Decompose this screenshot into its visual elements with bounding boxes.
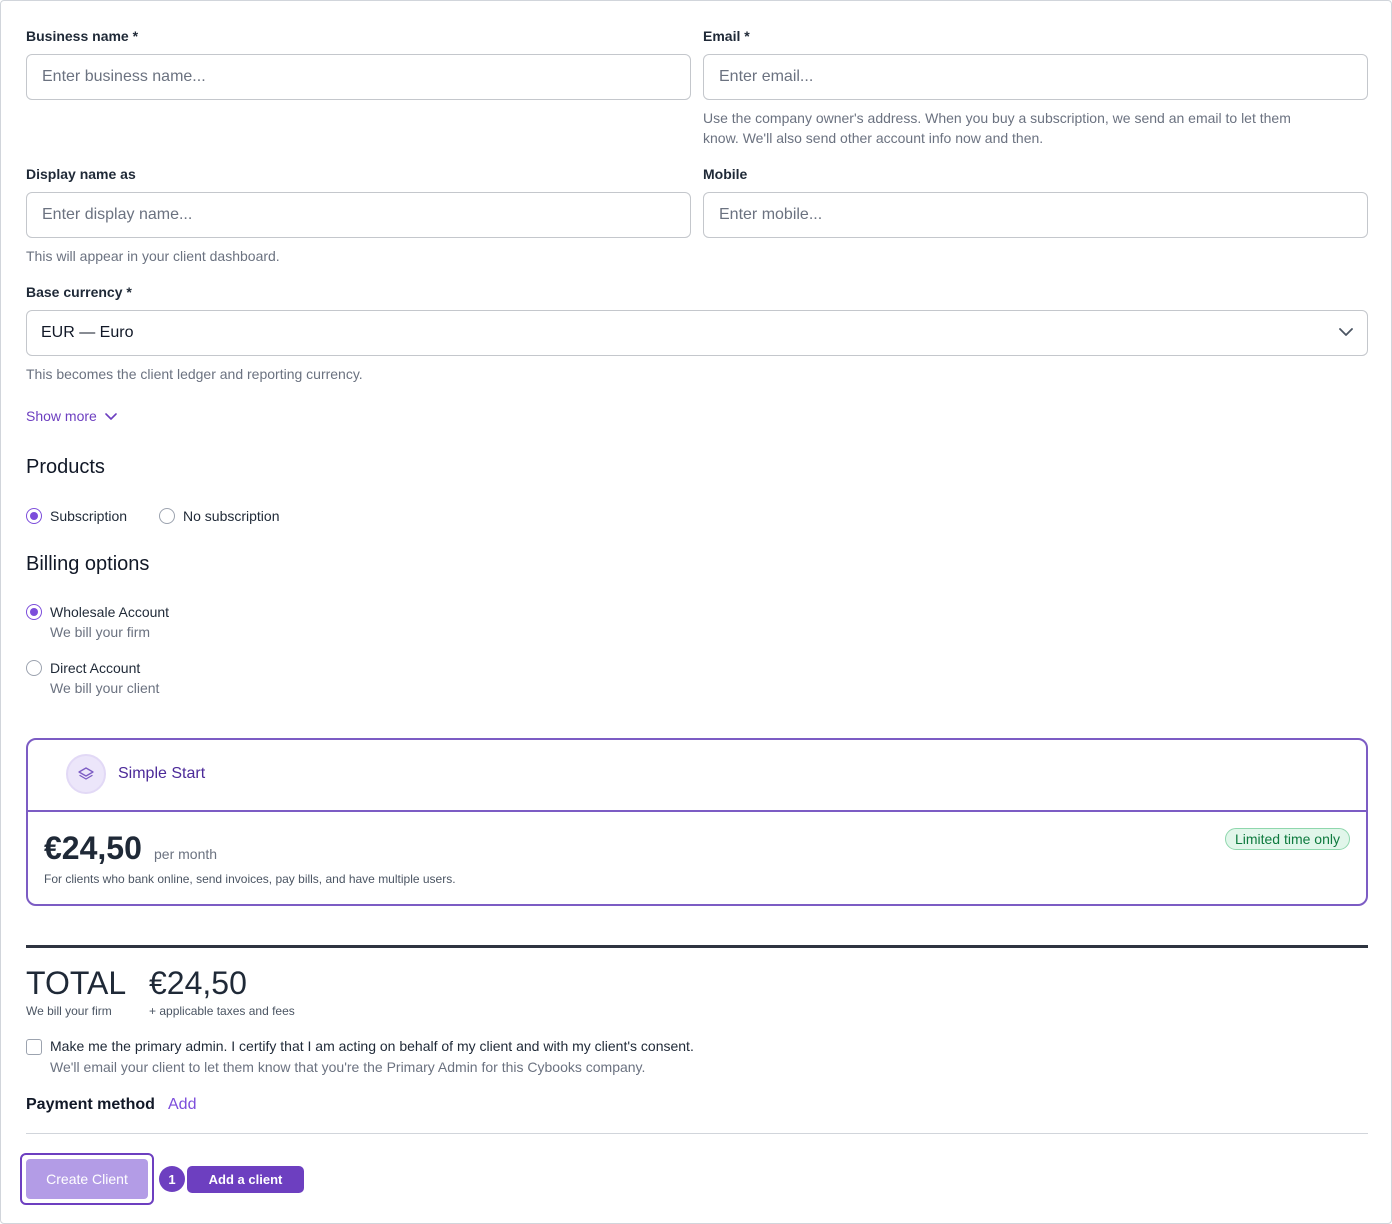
step-badge: 1 bbox=[159, 1166, 185, 1192]
primary-admin-checkbox[interactable] bbox=[26, 1039, 42, 1055]
total-note: + applicable taxes and fees bbox=[149, 1004, 295, 1018]
email-input[interactable] bbox=[719, 68, 1352, 86]
plan-price: €24,50 bbox=[44, 830, 142, 866]
plan-description: For clients who bank online, send invoic… bbox=[44, 872, 456, 886]
display-name-field[interactable] bbox=[26, 192, 691, 238]
email-help-line-2: know. We'll also send other account info… bbox=[703, 130, 1044, 146]
currency-select[interactable]: EUR — Euro bbox=[26, 310, 1368, 356]
radio-subscription[interactable] bbox=[26, 508, 42, 524]
radio-wholesale[interactable] bbox=[26, 604, 42, 620]
payment-method-label: Payment method bbox=[26, 1096, 155, 1113]
plan-card-header: Simple Start bbox=[28, 740, 1366, 812]
primary-admin-sub: We'll email your client to let them know… bbox=[50, 1059, 646, 1075]
product-option-no-subscription[interactable]: No subscription bbox=[159, 508, 280, 524]
total-sub: We bill your firm bbox=[26, 1004, 112, 1018]
currency-help: This becomes the client ledger and repor… bbox=[26, 366, 363, 382]
billing-option-label: Direct Account bbox=[50, 660, 141, 676]
total-divider bbox=[26, 945, 1368, 948]
plan-period: per month bbox=[154, 846, 218, 862]
billing-option-sub: We bill your firm bbox=[50, 624, 151, 640]
chevron-down-icon bbox=[105, 408, 117, 424]
chevron-down-icon bbox=[1339, 324, 1353, 342]
limited-time-badge: Limited time only bbox=[1224, 828, 1350, 850]
radio-no-subscription[interactable] bbox=[159, 508, 175, 524]
billing-heading: Billing options bbox=[26, 553, 150, 575]
currency-label: Base currency * bbox=[26, 284, 132, 300]
product-option-label: Subscription bbox=[50, 508, 128, 524]
products-heading: Products bbox=[26, 456, 105, 478]
create-client-focus-ring: Create Client bbox=[20, 1153, 154, 1205]
product-option-label: No subscription bbox=[183, 508, 280, 524]
display-name-label: Display name as bbox=[26, 166, 136, 182]
add-payment-link[interactable]: Add bbox=[168, 1096, 196, 1114]
mobile-input[interactable] bbox=[719, 206, 1352, 224]
billing-option-sub: We bill your client bbox=[50, 680, 160, 696]
layers-icon bbox=[66, 754, 106, 794]
business-name-label: Business name * bbox=[26, 28, 139, 44]
billing-option-direct[interactable]: Direct Account bbox=[26, 660, 140, 676]
display-name-help: This will appear in your client dashboar… bbox=[26, 248, 280, 264]
create-client-button[interactable]: Create Client bbox=[26, 1159, 148, 1199]
display-name-input[interactable] bbox=[42, 206, 675, 224]
email-help-line-1: Use the company owner's address. When yo… bbox=[703, 110, 1291, 126]
show-more-link[interactable]: Show more bbox=[26, 408, 117, 424]
create-client-form: Business name * Email * Use the company … bbox=[0, 0, 1392, 1224]
plan-name: Simple Start bbox=[118, 765, 206, 782]
email-field[interactable] bbox=[703, 54, 1368, 100]
billing-option-wholesale[interactable]: Wholesale Account bbox=[26, 604, 169, 620]
billing-option-label: Wholesale Account bbox=[50, 604, 170, 620]
footer-divider bbox=[26, 1133, 1368, 1134]
product-option-subscription[interactable]: Subscription bbox=[26, 508, 127, 524]
currency-value: EUR — Euro bbox=[41, 324, 134, 341]
business-name-field[interactable] bbox=[26, 54, 691, 100]
show-more-label: Show more bbox=[26, 408, 97, 424]
total-amount: €24,50 bbox=[149, 965, 247, 1001]
mobile-field[interactable] bbox=[703, 192, 1368, 238]
total-label: TOTAL bbox=[26, 965, 127, 1001]
email-label: Email * bbox=[703, 28, 750, 44]
add-a-client-tag[interactable]: Add a client bbox=[187, 1166, 304, 1193]
radio-direct[interactable] bbox=[26, 660, 42, 676]
business-name-input[interactable] bbox=[42, 68, 675, 86]
primary-admin-text: Make me the primary admin. I certify tha… bbox=[50, 1038, 694, 1054]
mobile-label: Mobile bbox=[703, 166, 748, 182]
plan-card[interactable]: Simple Start €24,50 per month For client… bbox=[26, 738, 1368, 906]
